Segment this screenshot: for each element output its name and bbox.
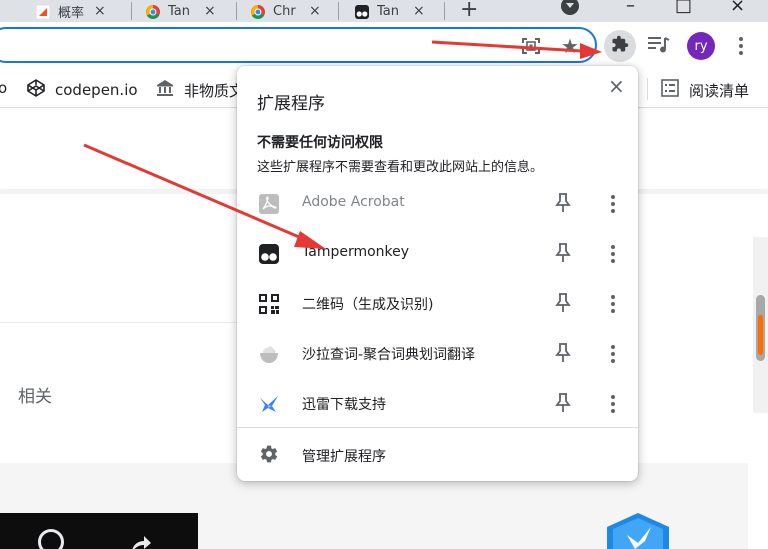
close-icon[interactable]: × [608,74,625,98]
media-control-icon[interactable] [648,36,670,54]
bookmark-label: codepen.io [55,81,138,99]
popup-divider [237,427,638,428]
section-description: 这些扩展程序不需要查看和更改此网站上的信息。 [257,160,544,175]
tab-separator [236,2,237,20]
extensions-button[interactable] [604,30,636,62]
tab-3[interactable]: Chr × [243,0,339,22]
bookmark-museum[interactable]: 非物质文 [156,79,244,101]
pin-icon[interactable] [555,393,571,413]
pin-icon[interactable] [555,343,571,363]
extension-name: Adobe Acrobat [302,194,405,210]
pin-icon[interactable] [555,243,571,263]
extension-item-thunder[interactable]: 迅雷下载支持 [237,378,638,428]
more-options-icon[interactable] [608,393,618,415]
extensions-popup: 扩展程序 × 不需要任何访问权限 这些扩展程序不需要查看和更改此网站上的信息。 … [237,66,638,481]
tab-title: 概率 [58,5,85,21]
related-label[interactable]: 相关 [18,382,52,407]
close-icon[interactable]: × [204,4,216,18]
salad-dict-icon [259,344,279,364]
page-divider [0,322,238,323]
bookmarks-separator [647,78,648,100]
bookmark-label: 非物质文 [184,81,245,100]
reading-list-label: 阅读清单 [689,81,750,100]
tab-title: Tan [168,3,190,19]
orange-page-icon [35,4,51,20]
toolbar: ★ ry [0,22,768,70]
gear-icon [259,444,279,464]
adobe-acrobat-icon [259,194,279,214]
more-options-icon[interactable] [608,193,618,215]
video-thumbnail[interactable] [0,513,198,549]
reading-list-button[interactable]: 阅读清单 [661,79,749,101]
page-scrollbar[interactable] [753,237,768,413]
pin-icon[interactable] [555,193,571,213]
chrome-icon [251,4,265,19]
pin-icon[interactable] [555,293,571,313]
more-options-icon[interactable] [608,243,618,265]
tab-strip: 概率 × Tan × Chr × Tan × + – □ × [0,0,768,22]
bookmark-item[interactable]: o [0,79,7,97]
section-title: 不需要任何访问权限 [257,135,383,151]
tampermonkey-icon [355,4,369,19]
codepen-icon [27,79,45,101]
avatar[interactable]: ry [687,32,715,60]
extension-name: 二维码（生成及识别) [302,297,434,313]
extension-name: Tampermonkey [302,244,410,260]
close-icon[interactable]: × [94,4,106,18]
close-icon[interactable]: × [413,4,425,18]
extension-item-adobe-acrobat[interactable]: Adobe Acrobat [237,178,638,228]
thunder-icon [259,394,279,414]
museum-icon [156,79,174,101]
bookmark-label: o [0,79,8,97]
tab-title: Tan [377,3,399,19]
shield-logo-icon [605,513,671,549]
close-icon[interactable]: × [309,4,321,18]
tab-2[interactable]: Tan × [138,0,237,22]
manage-extensions-label: 管理扩展程序 [302,449,386,465]
manage-extensions-button[interactable]: 管理扩展程序 [237,432,638,478]
minimize-button[interactable]: – [626,0,635,16]
tab-4[interactable]: Tan × [347,0,445,22]
extension-name: 迅雷下载支持 [302,397,386,413]
popup-title: 扩展程序 [257,94,325,114]
scroll-progress-indicator [758,315,763,355]
extension-name: 沙拉查词-聚合词典划词翻译 [302,347,476,363]
qr-code-icon [259,294,279,314]
chrome-icon [146,4,160,19]
tab-separator [338,2,339,20]
share-icon [128,533,152,549]
window-close-button[interactable]: × [730,0,745,16]
tab-1[interactable]: 概率 × [28,0,132,22]
tampermonkey-icon [259,244,279,264]
qr-code-icon[interactable] [522,38,540,54]
extension-item-salad-dict[interactable]: 沙拉查词-聚合词典划词翻译 [237,328,638,378]
star-icon[interactable]: ★ [561,34,579,58]
address-bar[interactable] [0,27,597,63]
more-options-icon[interactable] [608,343,618,365]
new-tab-button[interactable]: + [460,0,478,22]
tab-separator [131,2,132,20]
clock-icon [38,529,64,549]
extension-item-qr-code[interactable]: 二维码（生成及识别) [237,278,638,328]
puzzle-icon [611,35,629,57]
tab-separator [444,2,445,20]
extension-item-tampermonkey[interactable]: Tampermonkey [237,228,638,278]
reading-list-icon [661,79,679,101]
tab-title: Chr [273,3,296,19]
tab-search-button[interactable] [561,0,579,15]
maximize-button[interactable]: □ [675,0,692,16]
more-options-icon[interactable] [608,293,618,315]
bookmark-codepen[interactable]: codepen.io [27,79,138,101]
kebab-menu-icon[interactable] [734,34,748,58]
